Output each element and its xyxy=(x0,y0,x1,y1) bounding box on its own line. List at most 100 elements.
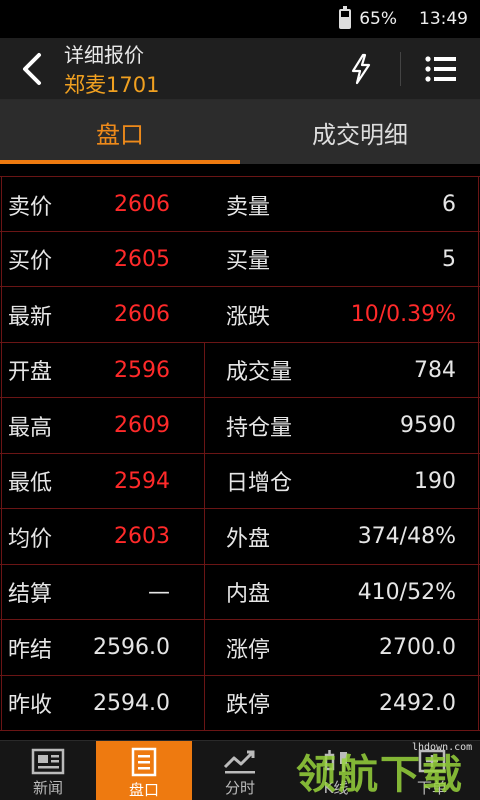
row-label: 昨结 xyxy=(8,637,53,663)
row-value: 5 xyxy=(442,246,456,272)
kline-icon xyxy=(324,750,347,772)
grid-line xyxy=(1,675,2,730)
row-value: 2596.0 xyxy=(93,635,170,660)
grid-line xyxy=(478,453,479,508)
row-label: 买量 xyxy=(226,249,271,274)
nav-label: 新闻 xyxy=(32,779,63,797)
nav-order[interactable]: 下单 xyxy=(384,741,480,800)
grid-line xyxy=(204,620,205,675)
grid-line xyxy=(478,620,479,675)
row-label: 日增仓 xyxy=(226,471,293,496)
row-label: 最新 xyxy=(8,304,53,330)
nav-intraday[interactable]: 分时 xyxy=(192,741,288,800)
grid-line xyxy=(204,342,205,397)
contract-name: 郑麦1701 xyxy=(64,73,160,97)
row-label: 内盘 xyxy=(226,582,271,607)
table-row: 最高 2609 持仓量 9590 xyxy=(0,398,480,454)
row-label: 结算 xyxy=(8,582,53,607)
menu-button[interactable] xyxy=(420,50,462,88)
grid-line xyxy=(204,675,205,730)
row-value: — xyxy=(148,579,170,605)
row-value: 2594 xyxy=(114,468,170,494)
table-row: 开盘 2596 成交量 784 xyxy=(0,342,480,398)
quote-icon xyxy=(131,747,157,777)
grid-line xyxy=(478,177,479,231)
grid-line xyxy=(204,398,205,453)
row-label: 跌停 xyxy=(226,693,271,718)
nav-label: K线 xyxy=(323,779,349,797)
nav-label: 分时 xyxy=(224,779,255,797)
title-divider xyxy=(400,52,401,86)
nav-quote[interactable]: 盘口 xyxy=(96,741,192,800)
table-row: 卖价 2606 卖量 6 xyxy=(0,176,480,232)
row-label: 最低 xyxy=(8,471,53,496)
page-title: 详细报价 xyxy=(64,43,144,67)
row-value: 2606 xyxy=(114,302,170,327)
news-icon xyxy=(31,748,65,775)
quote-table: 卖价 2606 卖量 6 买价 2605 买量 5 最新 2606 涨跌 10/… xyxy=(0,176,480,731)
grid-line xyxy=(1,620,2,675)
row-label: 外盘 xyxy=(226,526,271,552)
row-label: 昨收 xyxy=(8,693,53,718)
tab-bar: 盘口 成交明细 xyxy=(0,100,480,164)
grid-line xyxy=(204,564,205,619)
row-label: 买价 xyxy=(8,249,53,274)
nav-news[interactable]: 新闻 xyxy=(0,741,96,800)
grid-line xyxy=(1,177,2,231)
battery-icon xyxy=(339,6,352,29)
nav-kline[interactable]: K线 xyxy=(288,741,384,800)
row-value: 10/0.39% xyxy=(350,302,456,327)
grid-line xyxy=(1,342,2,397)
table-row: 买价 2605 买量 5 xyxy=(0,231,480,287)
flash-order-button[interactable] xyxy=(342,50,380,88)
row-value: 6 xyxy=(442,192,456,217)
tab-quote[interactable]: 盘口 xyxy=(0,100,240,164)
nav-label: 下单 xyxy=(416,779,447,797)
row-value: 2606 xyxy=(114,192,170,217)
row-label: 成交量 xyxy=(226,360,293,385)
row-label: 卖价 xyxy=(8,194,53,220)
lightning-icon xyxy=(351,53,371,85)
battery-percent: 65% xyxy=(359,9,397,29)
nav-label: 盘口 xyxy=(128,781,159,799)
back-button[interactable] xyxy=(12,47,52,91)
row-value: 2594.0 xyxy=(93,690,170,716)
grid-line xyxy=(1,453,2,508)
bottom-nav: 新闻 盘口 分时 K线 下单 xyxy=(0,740,480,800)
row-value: 2492.0 xyxy=(379,690,456,716)
grid-line xyxy=(204,453,205,508)
row-value: 2609 xyxy=(114,413,170,438)
grid-line xyxy=(204,509,205,564)
row-value: 9590 xyxy=(400,413,456,438)
grid-line xyxy=(478,509,479,564)
grid-line xyxy=(478,287,479,342)
back-arrow-icon xyxy=(23,53,41,85)
list-menu-icon xyxy=(425,56,456,82)
table-row: 昨结 2596.0 涨停 2700.0 xyxy=(0,620,480,676)
grid-line xyxy=(1,287,2,342)
table-row: 均价 2603 外盘 374/48% xyxy=(0,509,480,565)
row-label: 最高 xyxy=(8,415,53,441)
table-row: 结算 — 内盘 410/52% xyxy=(0,564,480,620)
row-value: 190 xyxy=(414,468,456,494)
row-value: 2700.0 xyxy=(379,635,456,660)
row-label: 均价 xyxy=(8,526,53,552)
grid-line xyxy=(478,231,479,286)
row-label: 卖量 xyxy=(226,194,271,220)
row-value: 2603 xyxy=(114,524,170,549)
tab-trade-details[interactable]: 成交明细 xyxy=(240,100,480,164)
row-value: 784 xyxy=(414,357,456,383)
row-label: 开盘 xyxy=(8,360,53,385)
grid-line xyxy=(1,564,2,619)
title-bar: 详细报价 郑麦1701 xyxy=(0,38,480,100)
grid-line xyxy=(478,675,479,730)
grid-line xyxy=(478,342,479,397)
grid-line xyxy=(478,398,479,453)
row-value: 2596 xyxy=(114,357,170,383)
row-value: 2605 xyxy=(114,246,170,272)
row-label: 持仓量 xyxy=(226,415,293,441)
table-row: 最新 2606 涨跌 10/0.39% xyxy=(0,287,480,343)
intraday-chart-icon xyxy=(223,750,255,774)
grid-line xyxy=(1,398,2,453)
status-bar: 65% 13:49 xyxy=(0,0,480,38)
